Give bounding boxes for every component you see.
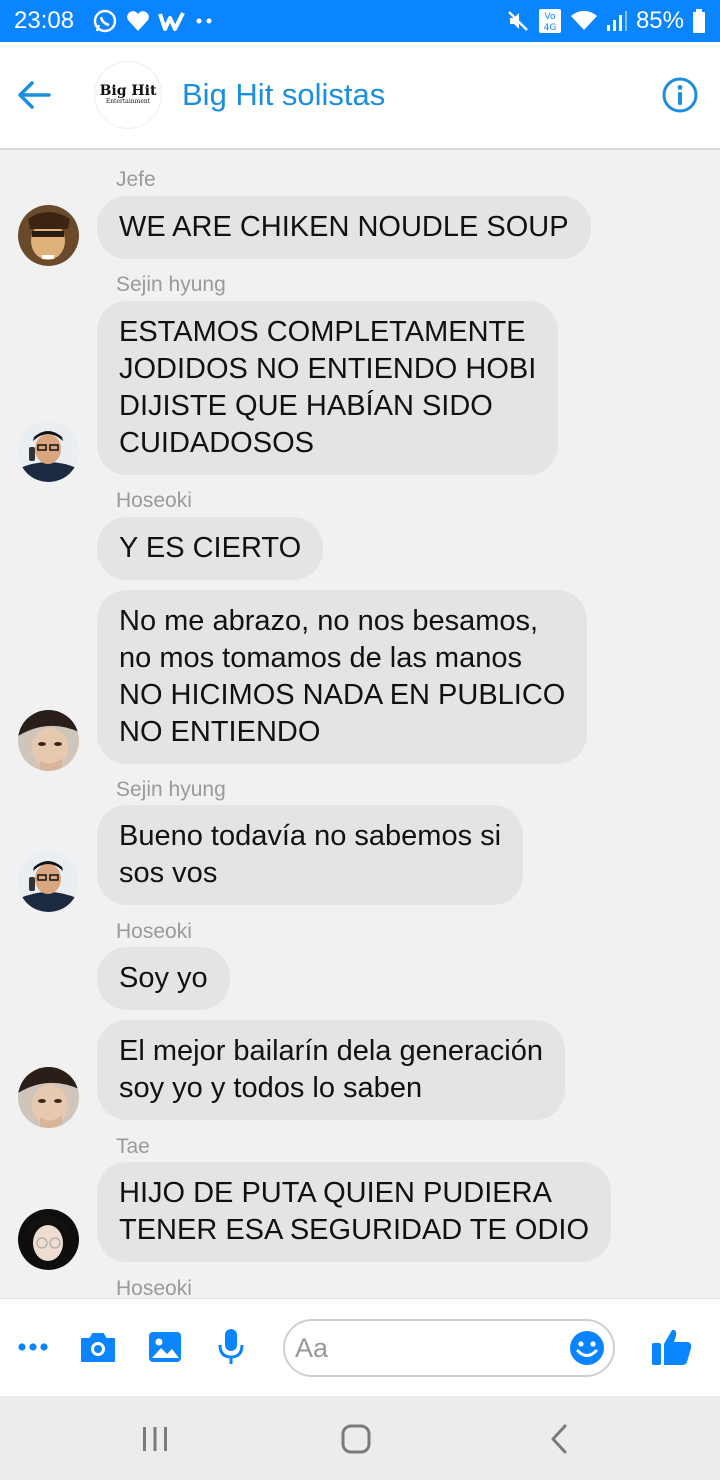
wattpad-icon (158, 10, 186, 32)
like-icon (652, 1329, 692, 1365)
message-line: NO ENTIENDO (119, 716, 321, 748)
more-button[interactable] (9, 1323, 57, 1371)
sender-name: Tae (116, 1135, 150, 1158)
sender-name: Sejin hyung (116, 778, 226, 801)
avatar[interactable] (18, 1209, 79, 1270)
message-line: Y ES CIERTO (119, 532, 302, 564)
avatar[interactable] (18, 710, 79, 771)
sender-name: Hoseoki (116, 1277, 192, 1298)
group-logo-main: Big Hit (99, 83, 157, 99)
message-bubble[interactable]: WE ARE CHIKEN NOUDLE SOUP (97, 196, 591, 259)
message-line: sos vos (119, 857, 218, 889)
back-button[interactable] (4, 65, 64, 125)
avatar[interactable] (18, 851, 79, 912)
like-button[interactable] (648, 1323, 696, 1371)
message-line: El mejor bailarín dela generación (119, 1035, 543, 1067)
status-left: 23:08 (14, 7, 216, 35)
voice-button[interactable] (207, 1323, 255, 1371)
message-line: WE ARE CHIKEN NOUDLE SOUP (119, 211, 569, 243)
gallery-button[interactable] (141, 1323, 189, 1371)
group-logo-sub: Entertainment (105, 98, 151, 105)
message-bubble[interactable]: Soy yo (97, 947, 230, 1010)
arrow-left-icon (18, 81, 51, 109)
message-composer (0, 1298, 720, 1396)
group-avatar[interactable]: Big Hit Entertainment (94, 61, 162, 129)
mute-icon (506, 9, 530, 33)
avatar[interactable] (18, 421, 79, 482)
camera-icon (81, 1333, 115, 1362)
battery-percentage: 85% (635, 7, 684, 34)
heart-icon (126, 10, 150, 32)
message-line: Soy yo (119, 962, 208, 994)
back-nav-button[interactable] (534, 1414, 584, 1464)
message-input[interactable] (283, 1319, 615, 1377)
battery-icon (692, 9, 706, 33)
message-bubble[interactable]: HIJO DE PUTA QUIEN PUDIERA TENER ESA SEG… (97, 1162, 612, 1262)
message-bubble[interactable]: No me abrazo, no nos besamos, no mos tom… (97, 590, 588, 764)
back-nav-icon (551, 1424, 567, 1454)
signal-icon (606, 10, 628, 32)
info-button[interactable] (660, 75, 700, 115)
status-time: 23:08 (14, 7, 75, 34)
system-navigation-bar (0, 1396, 720, 1480)
whatsapp-icon (92, 8, 118, 34)
emoji-button[interactable] (568, 1329, 608, 1369)
message-line: HIJO DE PUTA QUIEN PUDIERA (119, 1177, 552, 1209)
message-line: TENER ESA SEGURIDAD TE ODIO (119, 1214, 590, 1246)
sender-name: Jefe (116, 168, 156, 191)
svg-text:Vo: Vo (544, 12, 555, 22)
avatar[interactable] (18, 205, 79, 266)
recent-apps-icon (143, 1427, 167, 1451)
message-bubble[interactable]: ESTAMOS COMPLETAMENTE JODIDOS NO ENTIEND… (97, 301, 559, 475)
message-line: DIJISTE QUE HABÍAN SIDO (119, 390, 493, 422)
image-icon (149, 1332, 181, 1362)
message-line: no mos tomamos de las manos (119, 642, 522, 674)
camera-button[interactable] (74, 1323, 122, 1371)
message-list[interactable]: Jefe WE ARE CHIKEN NOUDLE SOUP Sejin hyu… (0, 150, 720, 1298)
sender-name: Sejin hyung (116, 273, 226, 296)
svg-text:4G: 4G (544, 23, 557, 33)
message-line: JODIDOS NO ENTIENDO HOBI (119, 353, 537, 385)
home-icon (341, 1424, 371, 1454)
sender-name: Hoseoki (116, 489, 192, 512)
message-bubble[interactable]: El mejor bailarín dela generación soy yo… (97, 1020, 565, 1120)
recent-apps-button[interactable] (130, 1414, 180, 1464)
microphone-icon (218, 1329, 244, 1364)
status-bar: 23:08 Vo 4G 85% (0, 0, 720, 42)
info-icon (662, 77, 698, 113)
message-line: ESTAMOS COMPLETAMENTE (119, 316, 526, 348)
message-line: soy yo y todos lo saben (119, 1072, 423, 1104)
chat-header: Big Hit Entertainment Big Hit solistas (0, 42, 720, 150)
more-notifications-icon (194, 17, 216, 25)
status-right: Vo 4G 85% (506, 7, 706, 35)
chat-title[interactable]: Big Hit solistas (182, 77, 385, 113)
home-button[interactable] (331, 1414, 381, 1464)
message-bubble[interactable]: Bueno todavía no sabemos si sos vos (97, 805, 524, 905)
wifi-icon (570, 10, 598, 32)
message-line: Bueno todavía no sabemos si (119, 820, 502, 852)
more-icon (18, 1343, 48, 1351)
volte-icon: Vo 4G (538, 8, 562, 34)
sender-name: Hoseoki (116, 920, 192, 943)
avatar[interactable] (18, 1067, 79, 1128)
message-bubble[interactable]: Y ES CIERTO (97, 517, 324, 580)
emoji-icon (570, 1331, 604, 1365)
message-line: No me abrazo, no nos besamos, (119, 605, 539, 637)
message-line: CUIDADOSOS (119, 427, 314, 459)
message-line: NO HICIMOS NADA EN PUBLICO (119, 679, 566, 711)
